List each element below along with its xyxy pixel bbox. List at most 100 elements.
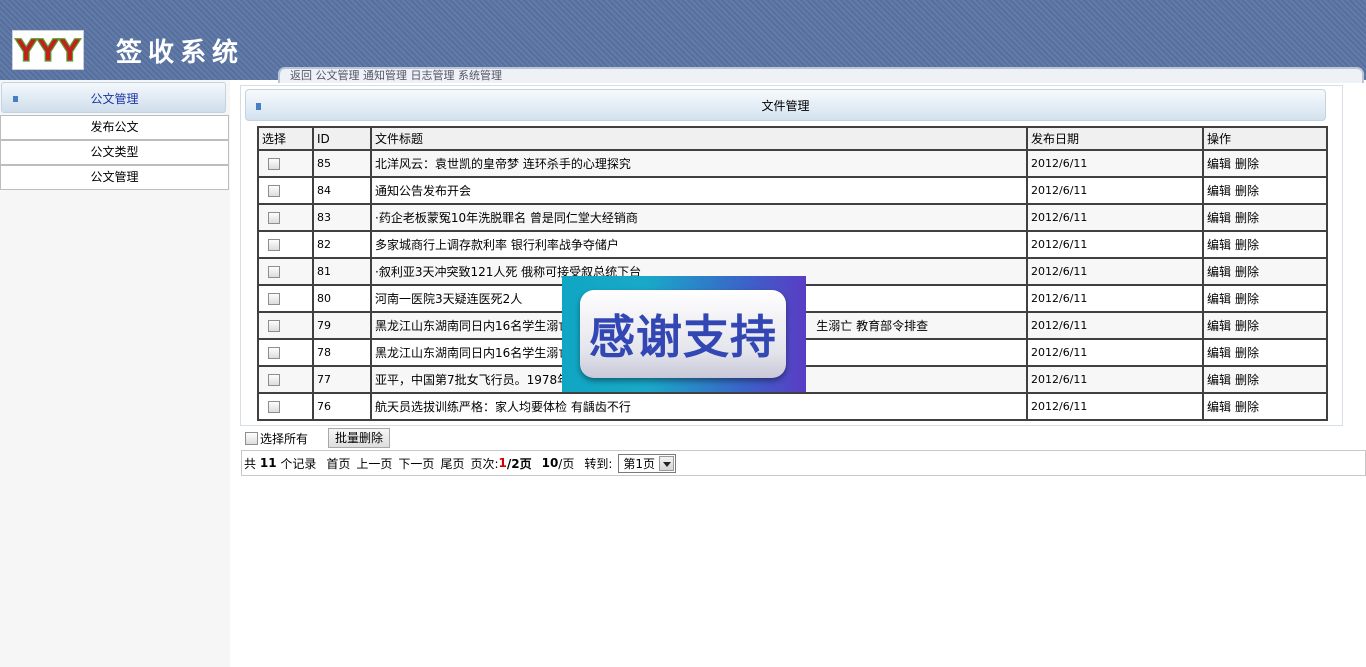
table-row: 82 多家城商行上调存款利率 银行利率战争夺储户 2012/6/11 编辑 删除 [257, 230, 1328, 259]
panel-title: 文件管理 [761, 99, 810, 113]
pagination-bar: 共 11 个记录 首页 上一页 下一页 尾页 页次: 1/2页 10/页 转到: … [241, 450, 1366, 476]
row-checkbox[interactable] [268, 239, 280, 251]
row-checkbox[interactable] [268, 266, 280, 278]
delete-link[interactable]: 删除 [1235, 184, 1259, 198]
first-page-link[interactable]: 首页 [326, 455, 350, 472]
sidebar-item-publish[interactable]: 发布公文 [0, 115, 229, 140]
batch-delete-button[interactable]: 批量删除 [328, 428, 391, 448]
sidebar-header[interactable]: 公文管理 [1, 82, 226, 113]
row-id: 83 [312, 203, 372, 232]
row-title-cell: 北洋风云：袁世凯的皇帝梦 连环杀手的心理探究 [370, 149, 1028, 178]
row-select-cell [257, 176, 314, 205]
row-title[interactable]: 多家城商行上调存款利率 银行利率战争夺储户 [375, 238, 619, 252]
row-id: 76 [312, 392, 372, 421]
row-actions: 编辑 删除 [1202, 149, 1328, 178]
row-select-cell [257, 149, 314, 178]
total-suffix: 个记录 [280, 456, 317, 471]
top-nav[interactable]: 返回 公文管理 通知管理 日志管理 系统管理 [278, 67, 1364, 83]
total-prefix: 共 [244, 456, 257, 471]
goto-page-select[interactable]: 第1页 [618, 453, 677, 473]
row-id: 77 [312, 365, 372, 394]
row-title-cell: 多家城商行上调存款利率 银行利率战争夺储户 [370, 230, 1028, 259]
row-checkbox[interactable] [268, 212, 280, 224]
row-actions: 编辑 删除 [1202, 392, 1328, 421]
delete-link[interactable]: 删除 [1235, 373, 1259, 387]
row-actions: 编辑 删除 [1202, 365, 1328, 394]
edit-link[interactable]: 编辑 [1207, 346, 1231, 360]
delete-link[interactable]: 删除 [1235, 346, 1259, 360]
row-date: 2012/6/11 [1026, 392, 1204, 421]
row-date: 2012/6/11 [1026, 311, 1204, 340]
sidebar: 公文管理 发布公文 公文类型 公文管理 [0, 80, 230, 667]
edit-link[interactable]: 编辑 [1207, 265, 1231, 279]
row-title[interactable]: 黑龙江山东湖南同日内16名学生溺亡 [375, 346, 570, 360]
col-header-id: ID [312, 126, 372, 151]
delete-link[interactable]: 删除 [1235, 238, 1259, 252]
col-header-actions: 操作 [1202, 126, 1328, 151]
col-header-title: 文件标题 [370, 126, 1028, 151]
row-title[interactable]: 亚平，中国第7批女飞行员。1978年 [375, 373, 569, 387]
row-date: 2012/6/11 [1026, 365, 1204, 394]
chevron-down-icon[interactable] [659, 455, 675, 471]
row-title-cell: 通知公告发布开会 [370, 176, 1028, 205]
delete-link[interactable]: 删除 [1235, 265, 1259, 279]
row-title[interactable]: 航天员选拔训练严格：家人均要体检 有龋齿不行 [375, 400, 631, 414]
row-select-cell [257, 230, 314, 259]
row-select-cell [257, 365, 314, 394]
table-row: 83 ·药企老板蒙冤10年洗脱罪名 曾是同仁堂大经销商 2012/6/11 编辑 删除 [257, 203, 1328, 232]
row-actions: 编辑 删除 [1202, 338, 1328, 367]
row-checkbox[interactable] [268, 374, 280, 386]
prev-page-link[interactable]: 上一页 [356, 455, 392, 472]
next-page-link[interactable]: 下一页 [398, 455, 434, 472]
thanks-badge: 感谢支持 [580, 290, 786, 378]
sidebar-item-doc-type[interactable]: 公文类型 [0, 140, 229, 165]
row-actions: 编辑 删除 [1202, 203, 1328, 232]
row-checkbox[interactable] [268, 293, 280, 305]
row-date: 2012/6/11 [1026, 257, 1204, 286]
row-checkbox[interactable] [268, 320, 280, 332]
row-date: 2012/6/11 [1026, 284, 1204, 313]
select-all-checkbox[interactable] [245, 431, 258, 445]
edit-link[interactable]: 编辑 [1207, 373, 1231, 387]
row-select-cell [257, 338, 314, 367]
edit-link[interactable]: 编辑 [1207, 292, 1231, 306]
row-title[interactable]: ·药企老板蒙冤10年洗脱罪名 曾是同仁堂大经销商 [375, 211, 638, 225]
row-title[interactable]: 黑龙江山东湖南同日内16名学生溺亡 [375, 319, 570, 333]
page-label: 页次: [470, 456, 499, 471]
edit-link[interactable]: 编辑 [1207, 319, 1231, 333]
total-count: 11 [259, 456, 277, 470]
delete-link[interactable]: 删除 [1235, 400, 1259, 414]
row-checkbox[interactable] [268, 158, 280, 170]
header-bar: YYY 签收系统 返回 公文管理 通知管理 日志管理 系统管理 [0, 0, 1366, 83]
row-checkbox[interactable] [268, 185, 280, 197]
edit-link[interactable]: 编辑 [1207, 157, 1231, 171]
col-header-date: 发布日期 [1026, 126, 1204, 151]
row-actions: 编辑 删除 [1202, 230, 1328, 259]
row-checkbox[interactable] [268, 347, 280, 359]
thanks-overlay[interactable]: 感谢支持 [562, 276, 806, 392]
row-date: 2012/6/11 [1026, 149, 1204, 178]
edit-link[interactable]: 编辑 [1207, 238, 1231, 252]
edit-link[interactable]: 编辑 [1207, 400, 1231, 414]
row-title-cell: 航天员选拔训练严格：家人均要体检 有龋齿不行 [370, 392, 1028, 421]
col-header-select: 选择 [257, 126, 314, 151]
row-title[interactable]: 北洋风云：袁世凯的皇帝梦 连环杀手的心理探究 [375, 157, 631, 171]
row-id: 80 [312, 284, 372, 313]
row-checkbox[interactable] [268, 401, 280, 413]
last-page-link[interactable]: 尾页 [440, 455, 464, 472]
row-title-tail: 生溺亡 教育部令排查 [816, 319, 929, 333]
row-title-cell: ·药企老板蒙冤10年洗脱罪名 曾是同仁堂大经销商 [370, 203, 1028, 232]
delete-link[interactable]: 删除 [1235, 211, 1259, 225]
delete-link[interactable]: 删除 [1235, 292, 1259, 306]
edit-link[interactable]: 编辑 [1207, 211, 1231, 225]
row-select-cell [257, 257, 314, 286]
row-title[interactable]: 通知公告发布开会 [375, 184, 471, 198]
row-title[interactable]: 河南一医院3天疑连医死2人 [375, 292, 522, 306]
edit-link[interactable]: 编辑 [1207, 184, 1231, 198]
sidebar-item-doc-manage[interactable]: 公文管理 [0, 165, 229, 190]
delete-link[interactable]: 删除 [1235, 157, 1259, 171]
row-date: 2012/6/11 [1026, 230, 1204, 259]
per-page-suffix: /页 [558, 456, 575, 471]
select-all-label: 选择所有 [260, 431, 309, 446]
delete-link[interactable]: 删除 [1235, 319, 1259, 333]
